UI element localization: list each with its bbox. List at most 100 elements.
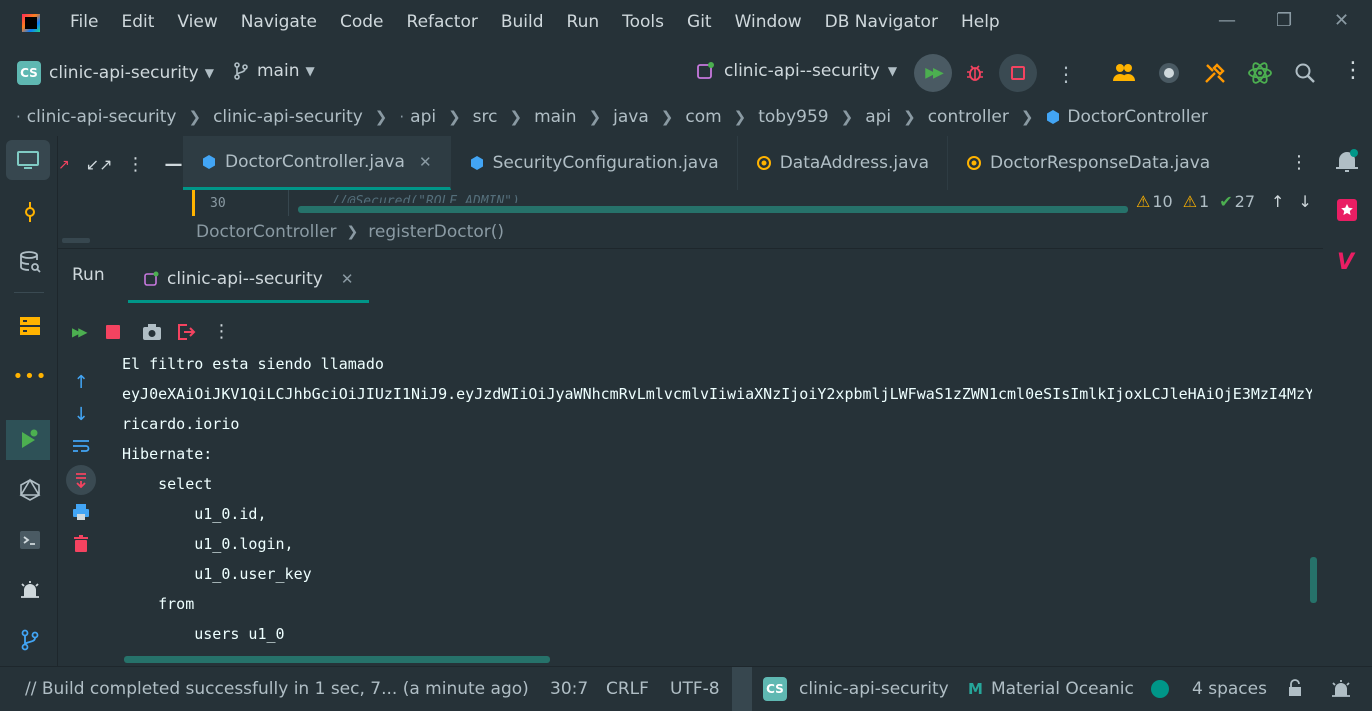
record-icon[interactable] [1158,62,1180,89]
database-tool-button[interactable] [8,242,52,282]
code-breadcrumb-method[interactable]: registerDoctor() [368,222,504,242]
code-with-me-icon[interactable] [1112,62,1136,87]
menu-window[interactable]: Window [735,12,802,32]
previous-highlight-icon[interactable]: ↑ [1271,192,1284,211]
expand-icon[interactable]: ↗ [58,157,70,173]
trash-icon[interactable] [68,531,94,557]
menu-edit[interactable]: Edit [121,12,154,32]
menu-navigate[interactable]: Navigate [241,12,317,32]
menu-code[interactable]: Code [340,12,384,32]
bookmark-plugin-icon[interactable] [1336,198,1358,227]
theme-widget[interactable]: M Material Oceanic [968,679,1134,699]
stop-button[interactable] [999,54,1037,92]
console-horizontal-scrollbar[interactable] [124,656,550,663]
tab-options-icon[interactable]: ⋮ [127,154,145,175]
file-encoding[interactable]: UTF-8 [670,679,720,699]
notifications-icon[interactable] [1335,148,1359,179]
more-tools-icon[interactable]: ••• [8,356,52,396]
atom-plugin-icon[interactable] [1247,60,1273,91]
breadcrumb-item[interactable]: controller [928,107,1009,127]
left-tool-strip: ••• [0,136,58,666]
breadcrumb-item[interactable]: clinic-api-security [213,107,363,127]
menu-tools[interactable]: Tools [622,12,664,32]
menu-db-navigator[interactable]: DB Navigator [825,12,938,32]
breadcrumb-item[interactable]: toby959 [758,107,828,127]
tab-security-configuration[interactable]: SecurityConfiguration.java [451,136,738,190]
rerun-button[interactable]: ▶▶ [914,54,952,92]
debug-button[interactable] [956,54,994,92]
breadcrumb-item[interactable]: main [534,107,576,127]
menu-file[interactable]: File [70,12,98,32]
soft-wrap-icon[interactable] [68,433,94,459]
tab-doctor-response-data[interactable]: DoctorResponseData.java [948,136,1228,190]
project-tool-button[interactable] [6,140,50,180]
search-icon[interactable] [1294,62,1316,89]
graphql-tool-button[interactable] [8,470,52,510]
build-tools-icon[interactable] [1203,61,1227,90]
camera-icon[interactable] [142,323,162,341]
chevron-right-icon: ❯ [448,108,461,126]
stop-icon [1011,66,1025,80]
problems-tool-button[interactable] [8,570,52,610]
breadcrumb-item[interactable]: java [613,107,649,127]
more-actions-icon[interactable]: ⋮ [1056,62,1076,86]
intellij-logo-icon[interactable] [22,14,40,32]
breadcrumb-item[interactable]: src [473,107,498,127]
minimize-icon[interactable]: — [1218,10,1236,31]
exit-icon[interactable] [176,322,196,342]
console-output[interactable]: El filtro esta siendo llamado eyJ0eXAiOi… [122,349,1312,649]
build-status-message[interactable]: // Build completed successfully in 1 sec… [25,679,529,699]
next-highlight-icon[interactable]: ↓ [1298,192,1311,211]
settings-more-icon[interactable]: ⋮ [1342,58,1364,83]
scroll-thumb[interactable] [62,238,90,243]
close-tab-icon[interactable]: ✕ [341,270,354,288]
services-tool-button[interactable] [8,306,52,346]
scroll-down-icon[interactable]: ↓ [68,401,94,427]
code-breadcrumb-class[interactable]: DoctorController [196,222,337,242]
status-indicator-icon[interactable] [1151,680,1169,698]
menu-refactor[interactable]: Refactor [407,12,478,32]
tab-data-address[interactable]: DataAddress.java [738,136,949,190]
project-selector[interactable]: CS clinic-api-security ▼ [17,61,214,85]
run-config-selector[interactable]: clinic-api--security ▼ [696,61,897,81]
scroll-to-end-icon[interactable] [66,465,96,495]
run-tab[interactable]: clinic-api--security ✕ [128,257,370,303]
tabs-menu-icon[interactable]: ⋮ [1290,152,1308,173]
breadcrumb-item[interactable]: api [410,107,436,127]
breadcrumb-item[interactable]: com [685,107,721,127]
menu-help[interactable]: Help [961,12,1000,32]
close-tab-icon[interactable]: ✕ [419,153,432,171]
status-project-widget[interactable]: CS clinic-api-security [763,677,949,701]
menu-view[interactable]: View [177,12,217,32]
vcs-plugin-icon[interactable]: V [1337,250,1354,275]
breadcrumb-item[interactable]: api [865,107,891,127]
menu-build[interactable]: Build [501,12,544,32]
breadcrumb-item[interactable]: DoctorController [1067,107,1208,127]
git-tool-button[interactable] [8,620,52,660]
hide-icon[interactable]: — [165,154,183,175]
indent-setting[interactable]: 4 spaces [1192,679,1267,699]
menu-git[interactable]: Git [687,12,712,32]
caret-position[interactable]: 30:7 [550,679,588,699]
main-menu: File Edit View Navigate Code Refactor Bu… [70,12,1023,32]
inspection-widget[interactable]: ⚠ 10 ⚠ 1 ✔ 27 ↑ ↓ [1136,192,1312,211]
print-icon[interactable] [68,499,94,525]
more-actions-icon[interactable]: ⋮ [212,321,230,342]
run-tool-button[interactable] [6,420,50,460]
alarm-icon[interactable] [1330,678,1352,705]
console-vertical-scrollbar[interactable] [1310,557,1317,603]
terminal-tool-button[interactable] [8,520,52,560]
tab-doctor-controller[interactable]: DoctorController.java ✕ [183,136,451,190]
collapse-icon[interactable]: ↙↗ [86,155,113,174]
unlock-icon[interactable] [1288,679,1302,702]
line-ending[interactable]: CRLF [606,679,649,699]
close-window-icon[interactable]: ✕ [1334,10,1349,31]
scroll-up-icon[interactable]: ↑ [68,369,94,395]
restore-icon[interactable]: ❐ [1276,10,1292,31]
horizontal-scrollbar[interactable] [298,206,1128,213]
menu-run[interactable]: Run [567,12,600,32]
change-marker [192,190,195,216]
commit-tool-button[interactable] [8,192,52,232]
branch-selector[interactable]: main ▼ [233,61,315,81]
breadcrumb-item[interactable]: clinic-api-security [27,107,177,127]
